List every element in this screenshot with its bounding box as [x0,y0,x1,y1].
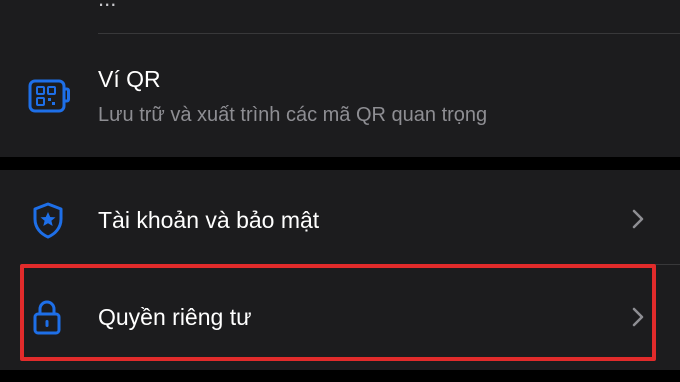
highlight-box [20,264,656,361]
settings-group-1: ... Ví QR Lưu trữ và xuất trình các mã Q… [0,0,680,157]
qr-wallet-title: Ví QR [98,66,161,92]
account-security-row[interactable]: Tài khoản và bảo mật [0,170,680,265]
account-security-title: Tài khoản và bảo mật [98,207,320,233]
shield-star-icon [31,201,65,244]
qr-wallet-icon [28,78,70,119]
chevron-right-icon [632,209,644,234]
qr-wallet-row[interactable]: Ví QR Lưu trữ và xuất trình các mã QR qu… [0,34,680,157]
partially-visible-subtitle: ... [98,0,116,12]
qr-wallet-subtitle: Lưu trữ và xuất trình các mã QR quan trọ… [98,104,488,126]
